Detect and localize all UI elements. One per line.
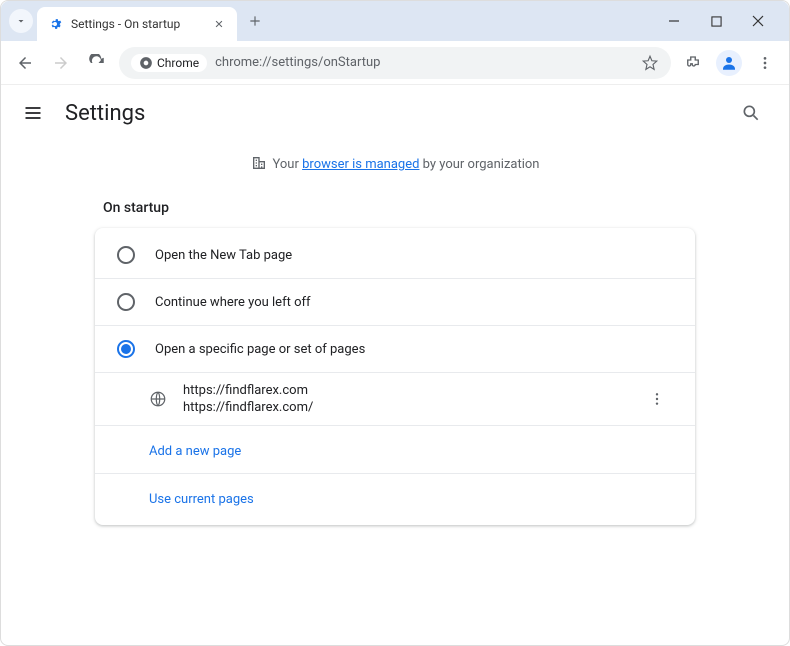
page-entry-menu-button[interactable] [649,391,673,407]
tab-search-button[interactable] [9,9,33,33]
section-title: On startup [103,200,729,216]
startup-card: Open the New Tab page Continue where you… [95,228,695,525]
star-icon [641,54,659,72]
reload-button[interactable] [83,49,111,77]
globe-icon [149,390,167,408]
maximize-button[interactable] [701,6,731,36]
tab-title: Settings - On startup [71,17,203,31]
avatar [716,50,742,76]
radio-icon [117,340,135,358]
managed-suffix: by your organization [419,157,539,172]
add-page-row: Add a new page [95,425,695,473]
browser-toolbar: Chrome chrome://settings/onStartup [1,41,789,85]
browser-tab[interactable]: Settings - On startup [37,7,237,41]
radio-continue[interactable]: Continue where you left off [95,278,695,325]
forward-button[interactable] [47,49,75,77]
person-icon [720,54,738,72]
managed-prefix: Your [273,157,303,172]
use-current-link[interactable]: Use current pages [149,492,254,507]
page-title: Settings [65,101,713,126]
managed-banner: Your browser is managed by your organiza… [1,141,789,186]
settings-header: Settings [1,85,789,141]
kebab-icon [649,391,665,407]
startup-page-row: https://findflarex.com https://findflare… [95,372,695,425]
minimize-button[interactable] [659,6,689,36]
radio-icon [117,293,135,311]
maximize-icon [711,16,722,27]
settings-search-button[interactable] [733,95,769,131]
back-button[interactable] [11,49,39,77]
chrome-chip: Chrome [131,54,207,72]
url-text: chrome://settings/onStartup [215,55,633,70]
new-tab-button[interactable] [241,7,269,35]
window-controls [659,6,781,36]
tab-close-button[interactable] [211,16,227,32]
bookmark-button[interactable] [641,54,659,72]
close-icon [214,19,224,29]
arrow-right-icon [52,54,70,72]
radio-icon [117,246,135,264]
profile-button[interactable] [715,49,743,77]
tab-bar: Settings - On startup [1,1,789,41]
radio-label: Open the New Tab page [155,248,292,263]
reload-icon [88,54,106,72]
arrow-left-icon [16,54,34,72]
building-icon [251,155,267,171]
settings-content: On startup Open the New Tab page Continu… [1,186,789,645]
settings-gear-icon [47,16,63,32]
address-bar[interactable]: Chrome chrome://settings/onStartup [119,47,671,79]
chrome-logo-icon [139,56,153,70]
page-entry-title: https://findflarex.com [183,383,633,398]
kebab-icon [757,55,773,71]
close-window-button[interactable] [743,6,773,36]
plus-icon [248,14,262,28]
extensions-button[interactable] [679,49,707,77]
page-entry-url: https://findflarex.com/ [183,400,633,415]
chrome-chip-label: Chrome [157,56,199,70]
radio-label: Open a specific page or set of pages [155,342,365,357]
add-page-link[interactable]: Add a new page [149,444,241,459]
settings-menu-button[interactable] [21,101,45,125]
radio-new-tab[interactable]: Open the New Tab page [95,232,695,278]
managed-link[interactable]: browser is managed [302,157,419,172]
radio-label: Continue where you left off [155,295,311,310]
chrome-menu-button[interactable] [751,49,779,77]
close-icon [752,15,764,27]
use-current-row: Use current pages [95,473,695,521]
minimize-icon [668,15,680,27]
hamburger-icon [23,103,43,123]
chevron-down-icon [15,15,27,27]
search-icon [741,103,761,123]
puzzle-icon [684,54,702,72]
radio-specific-pages[interactable]: Open a specific page or set of pages [95,325,695,372]
